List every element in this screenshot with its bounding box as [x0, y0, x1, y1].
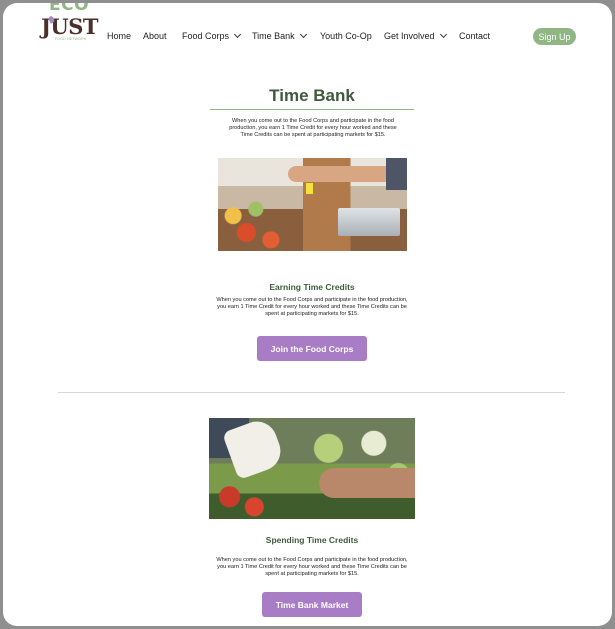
- signup-button[interactable]: Sign Up: [533, 28, 576, 45]
- nav-label: Food Corps: [182, 31, 230, 41]
- section-title-earning: Earning Time Credits: [269, 282, 355, 292]
- title-underline: [210, 109, 414, 110]
- nav-item-get-involved[interactable]: Get Involved: [384, 30, 447, 41]
- nav-label: Get Involved: [384, 31, 435, 41]
- nav-item-contact[interactable]: Contact: [459, 31, 490, 41]
- site-logo[interactable]: ECO JUST FOOD NETWORK: [40, 3, 99, 49]
- section-text-earning: When you come out to the Food Corps and …: [216, 297, 408, 317]
- nav-item-about[interactable]: About: [143, 31, 167, 41]
- nav-item-youth-co-op[interactable]: Youth Co-Op: [320, 31, 372, 41]
- section-title-spending: Spending Time Credits: [265, 535, 359, 545]
- chevron-down-icon: [299, 30, 307, 39]
- photo-price-tag: [306, 183, 313, 194]
- photo-scale: [338, 208, 400, 236]
- market-produce-photo: [218, 158, 407, 251]
- nav-label: Home: [107, 31, 132, 41]
- nav-item-time-bank[interactable]: Time Bank: [252, 30, 307, 41]
- nav-item-home[interactable]: Home: [107, 31, 131, 41]
- page-title: Time Bank: [269, 86, 355, 105]
- join-food-corps-button[interactable]: Join the Food Corps: [257, 336, 367, 361]
- nav-label: Contact: [459, 31, 491, 41]
- chevron-down-icon: [439, 30, 447, 39]
- nav-item-food-corps[interactable]: Food Corps: [182, 30, 242, 41]
- section-divider: [58, 392, 565, 393]
- nav-label: About: [143, 31, 167, 41]
- photo-sleeve: [386, 158, 407, 190]
- site-header: ECO JUST FOOD NETWORK Home About Food Co…: [3, 3, 612, 73]
- logo-tagline: FOOD NETWORK: [55, 37, 87, 41]
- page-frame: ECO JUST FOOD NETWORK Home About Food Co…: [3, 3, 612, 626]
- nav-label: Time Bank: [252, 31, 295, 41]
- time-bank-market-button[interactable]: Time Bank Market: [262, 592, 362, 617]
- intro-text: When you come out to the Food Corps and …: [229, 118, 397, 138]
- section-text-spending: When you come out to the Food Corps and …: [216, 557, 408, 577]
- photo-hand: [319, 468, 415, 498]
- chevron-down-icon: [233, 30, 242, 39]
- vegetable-stand-photo: [209, 418, 415, 519]
- nav-label: Youth Co-Op: [320, 31, 372, 41]
